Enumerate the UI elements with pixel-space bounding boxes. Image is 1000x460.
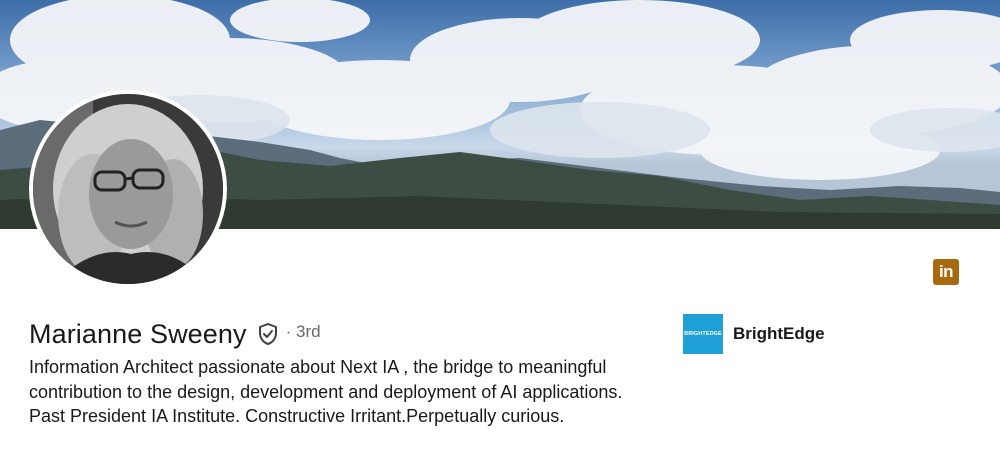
profile-photo-image — [33, 94, 223, 284]
profile-name: Marianne Sweeny — [29, 318, 247, 349]
current-company[interactable]: BRIGHTEDGE BrightEdge — [683, 314, 825, 354]
company-name: BrightEdge — [733, 324, 825, 343]
shield-check-icon[interactable] — [256, 322, 280, 346]
profile-name-row: Marianne Sweeny · 3rd — [29, 314, 321, 354]
profile-photo[interactable] — [29, 90, 227, 288]
profile-headline: Information Architect passionate about N… — [29, 357, 623, 426]
linkedin-logo-icon: in — [933, 259, 959, 285]
company-logo: BRIGHTEDGE — [683, 314, 723, 354]
connection-degree: · 3rd — [285, 322, 321, 341]
